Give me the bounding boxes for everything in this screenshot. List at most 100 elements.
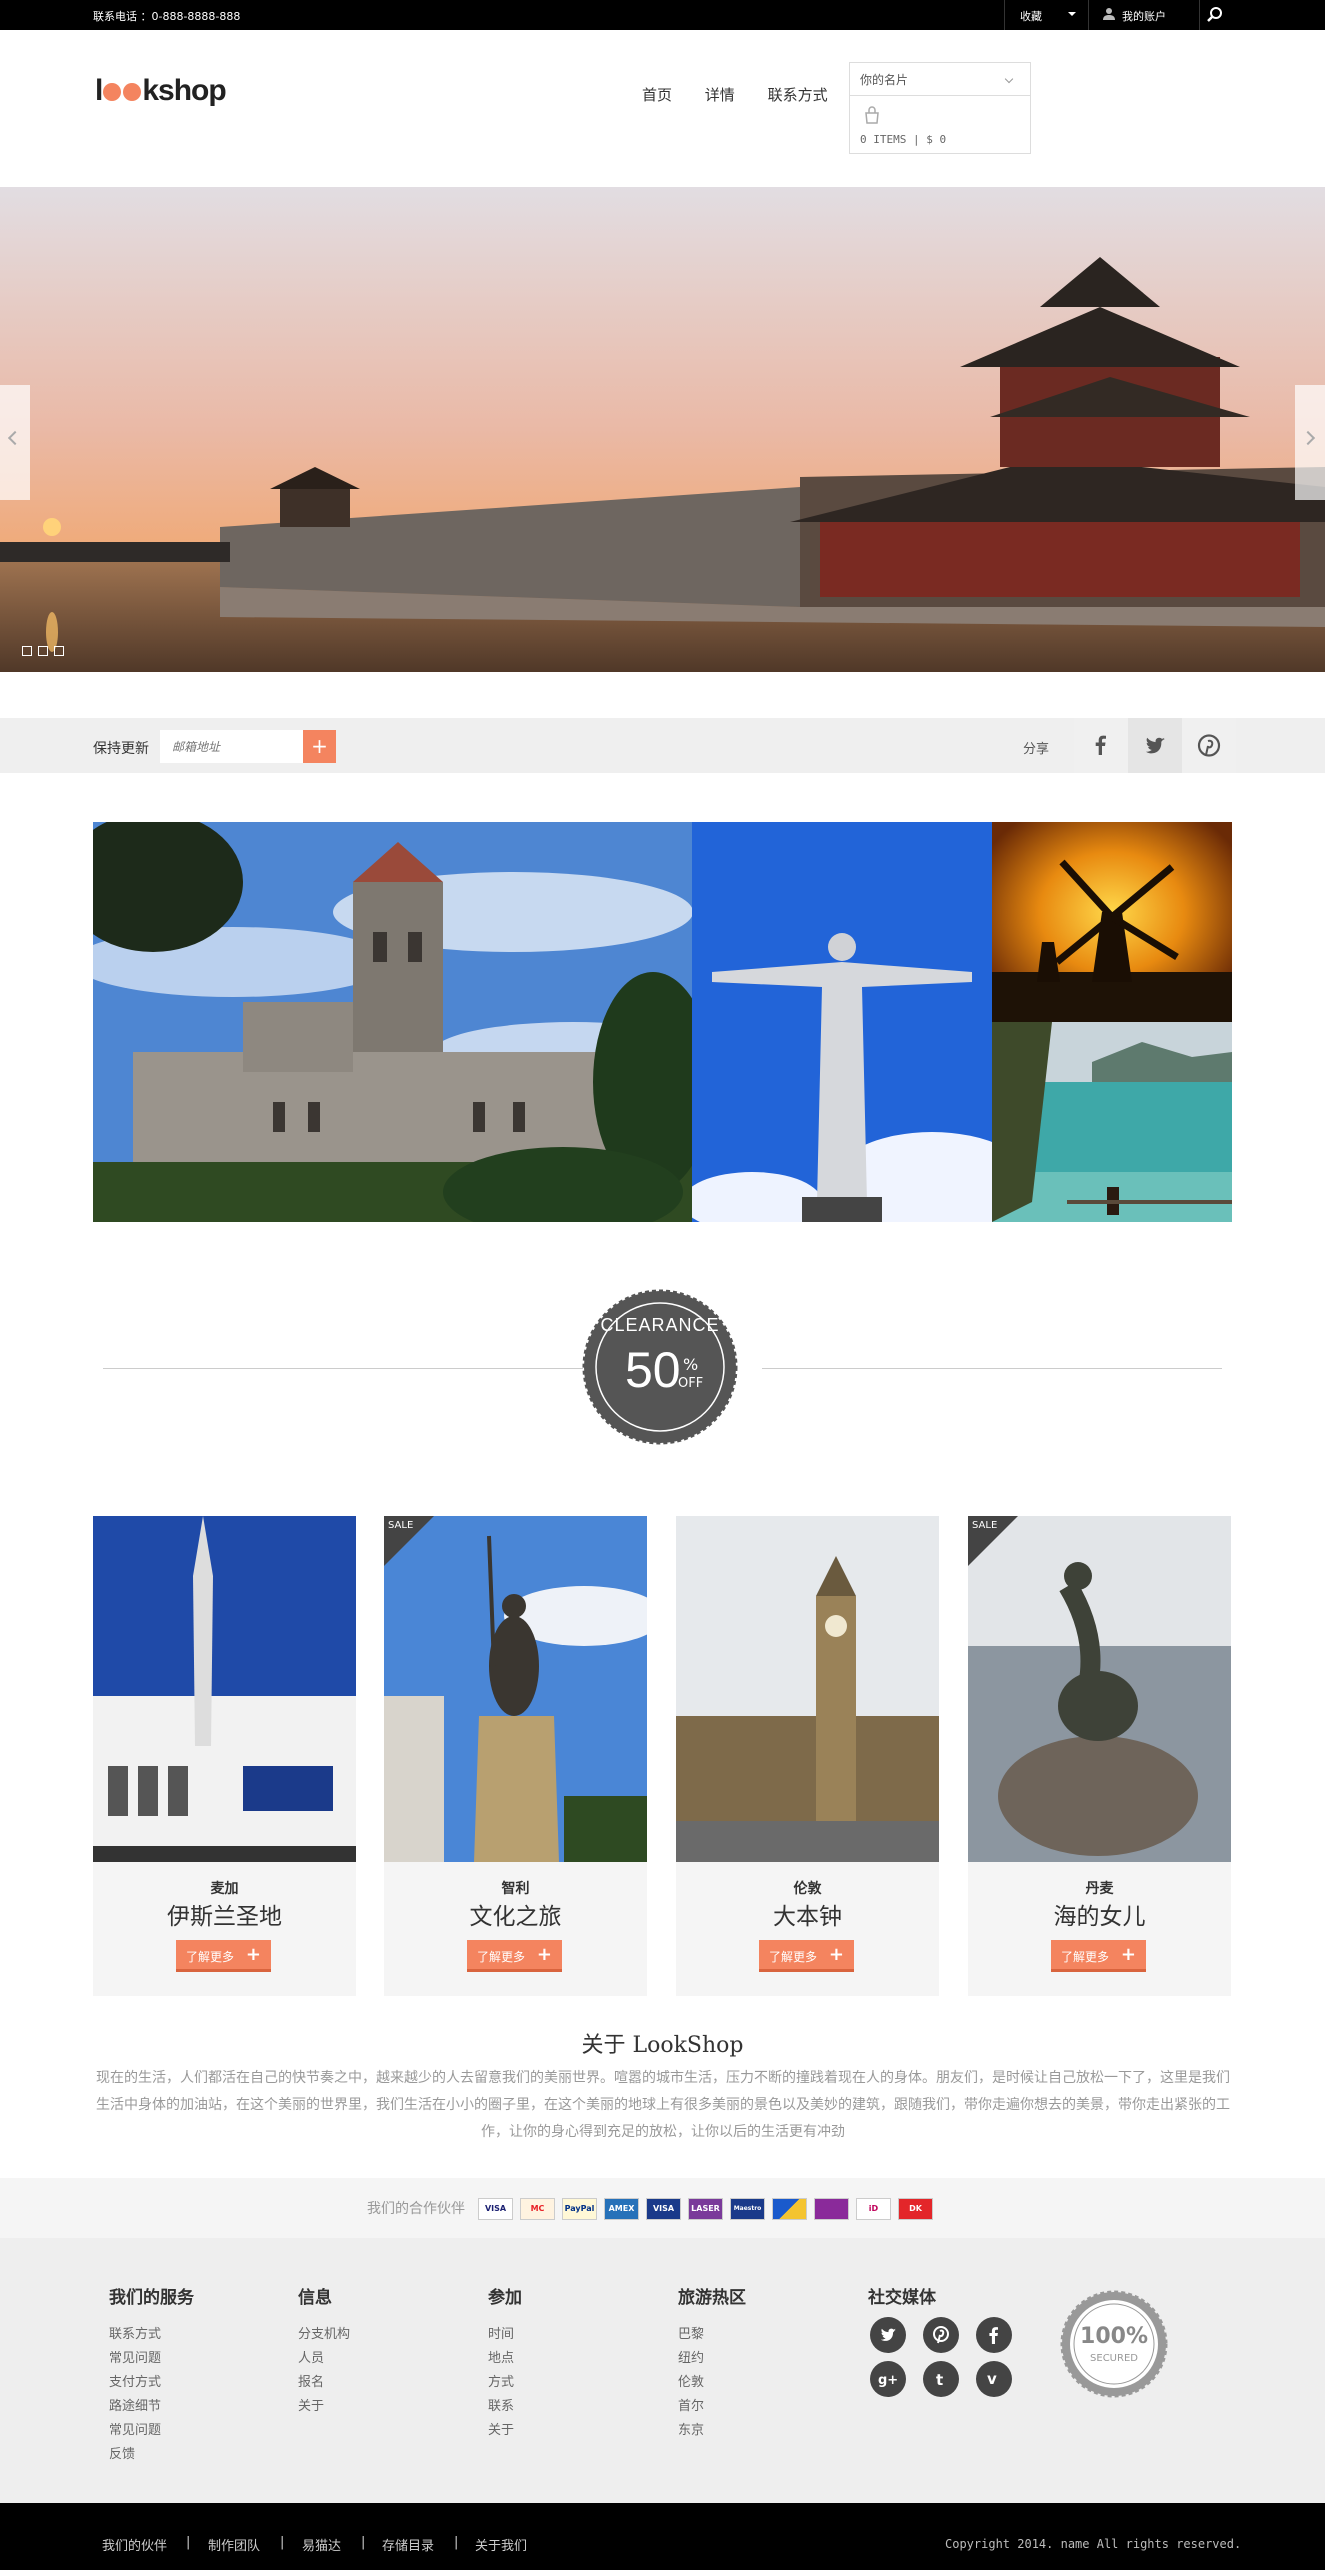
logo-text-start: l: [95, 74, 103, 107]
slider-dot[interactable]: [54, 646, 64, 656]
facebook-button[interactable]: [976, 2317, 1012, 2353]
learn-more-button[interactable]: 了解更多 +: [176, 1940, 271, 1972]
footer-link[interactable]: 时间: [488, 2323, 522, 2347]
slider-dot[interactable]: [22, 646, 32, 656]
vimeo-button[interactable]: v: [976, 2361, 1012, 2397]
learn-more-button[interactable]: 了解更多 +: [467, 1940, 562, 1972]
product-image[interactable]: [93, 1516, 356, 1862]
footer-link[interactable]: 地点: [488, 2347, 522, 2371]
cart-widget[interactable]: 你的名片 0 ITEMS | $ 0: [849, 62, 1031, 154]
subscribe-button[interactable]: +: [303, 730, 336, 763]
twitter-icon: [880, 2328, 896, 2341]
product-image[interactable]: [968, 1516, 1231, 1862]
search-button[interactable]: [1200, 0, 1230, 30]
pinterest-share-button[interactable]: [1182, 718, 1236, 773]
bottom-link[interactable]: 我们的伙伴: [102, 2535, 167, 2554]
footer-link[interactable]: 分支机构: [298, 2323, 350, 2347]
separator: |: [280, 2535, 285, 2550]
footer-link[interactable]: 常见问题: [109, 2347, 194, 2371]
favorites-dropdown[interactable]: 收藏: [1004, 0, 1089, 30]
gallery-image-beach[interactable]: [992, 1022, 1232, 1222]
cart-summary: 0 ITEMS | $ 0: [860, 133, 947, 146]
search-icon: [1207, 7, 1222, 22]
nav-item-details[interactable]: 详情: [705, 86, 735, 104]
bottom-link[interactable]: 关于我们: [475, 2535, 527, 2554]
gallery-image-castle[interactable]: [93, 822, 692, 1222]
favorites-label: 收藏: [1020, 10, 1042, 23]
footer-link[interactable]: 巴黎: [678, 2323, 746, 2347]
product-name: 海的女儿: [1053, 1904, 1146, 1930]
svg-text:v: v: [987, 2370, 997, 2388]
divider-line: [762, 1368, 1222, 1369]
product-card: 麦加 伊斯兰圣地 了解更多 +: [93, 1516, 356, 1996]
slider-prev-button[interactable]: [0, 385, 30, 500]
cart-title: 你的名片: [860, 73, 909, 87]
facebook-share-button[interactable]: [1074, 718, 1128, 773]
footer-link[interactable]: 联系方式: [109, 2323, 194, 2347]
footer-link[interactable]: 反馈: [109, 2443, 194, 2467]
slider-dot[interactable]: [38, 646, 48, 656]
footer-link[interactable]: 报名: [298, 2371, 350, 2395]
footer-link[interactable]: 常见问题: [109, 2419, 194, 2443]
maestro-icon: Maestro: [730, 2198, 765, 2220]
tumblr-icon: t: [936, 2371, 943, 2389]
google-plus-button[interactable]: g+: [870, 2361, 906, 2397]
footer-link[interactable]: 东京: [678, 2419, 746, 2443]
clearance-percent-sign: %: [683, 1355, 699, 1374]
clearance-off: OFF: [678, 1376, 704, 1391]
product-image[interactable]: [676, 1516, 939, 1862]
mastercard-icon: MC: [520, 2198, 555, 2220]
about-title: 关于 LookShop: [581, 2033, 744, 2058]
logo-dot: [103, 83, 122, 101]
chevron-left-icon: [7, 430, 23, 446]
twitter-button[interactable]: [870, 2317, 906, 2353]
paypal-icon: PayPal: [562, 2198, 597, 2220]
footer-link[interactable]: 伦敦: [678, 2371, 746, 2395]
pinterest-button[interactable]: [923, 2317, 959, 2353]
bottom-link[interactable]: 易猫达: [302, 2535, 341, 2554]
footer-link[interactable]: 人员: [298, 2347, 350, 2371]
plus-icon: +: [828, 1944, 844, 1965]
footer-link[interactable]: 方式: [488, 2371, 522, 2395]
footer-link[interactable]: 首尔: [678, 2395, 746, 2419]
plus-icon: +: [245, 1944, 261, 1965]
copyright: Copyright 2014. name All rights reserved…: [945, 2537, 1242, 2551]
footer-link[interactable]: 路途细节: [109, 2395, 194, 2419]
footer-link[interactable]: 支付方式: [109, 2371, 194, 2395]
google-plus-icon: g+: [878, 2373, 898, 2388]
slider-next-button[interactable]: [1295, 385, 1325, 500]
cart-header[interactable]: 你的名片: [850, 63, 1030, 96]
castle-image: [93, 822, 692, 1222]
footer-heading: 参加: [488, 2288, 522, 2308]
chevron-down-icon: [1004, 74, 1014, 84]
product-card: SALE 丹麦 海的女儿 了解更多 +: [968, 1516, 1231, 1996]
gallery-image-windmill[interactable]: [992, 822, 1232, 1022]
bank-card-icon: [772, 2198, 807, 2220]
learn-more-button[interactable]: 了解更多 +: [1051, 1940, 1146, 1972]
product-name: 大本钟: [773, 1904, 842, 1930]
footer-link[interactable]: 联系: [488, 2395, 522, 2419]
product-card: SALE 智利 文化之旅 了解更多 +: [384, 1516, 647, 1996]
logo[interactable]: l kshop: [95, 74, 227, 108]
bottom-link[interactable]: 制作团队: [208, 2535, 260, 2554]
nav-item-contact[interactable]: 联系方式: [768, 86, 828, 104]
email-input[interactable]: [160, 730, 303, 763]
bottom-link[interactable]: 存储目录: [382, 2535, 434, 2554]
footer-column-destinations: 旅游热区 巴黎 纽约 伦敦 首尔 东京: [678, 2283, 746, 2443]
footer-link[interactable]: 关于: [488, 2419, 522, 2443]
gallery-image-christ-statue[interactable]: [692, 822, 992, 1222]
facebook-icon: [989, 2327, 998, 2344]
plus-icon: +: [1120, 1944, 1136, 1965]
tumblr-button[interactable]: t: [923, 2361, 959, 2397]
nav-item-home[interactable]: 首页: [642, 86, 672, 104]
footer-link[interactable]: 关于: [298, 2395, 350, 2419]
sale-ribbon: SALE: [384, 1516, 434, 1566]
about-text: 现在的生活，人们都活在自己的快节奏之中，越来越少的人去留意我们的美丽世界。喧嚣的…: [96, 2070, 1230, 2140]
laser-card-icon: LASER: [688, 2198, 723, 2220]
footer-link[interactable]: 纽约: [678, 2347, 746, 2371]
account-link[interactable]: 我的账户: [1090, 0, 1200, 30]
learn-more-button[interactable]: 了解更多 +: [759, 1940, 854, 1972]
share-label: 分享: [1023, 742, 1050, 757]
twitter-share-button[interactable]: [1128, 718, 1182, 773]
product-image[interactable]: [384, 1516, 647, 1862]
